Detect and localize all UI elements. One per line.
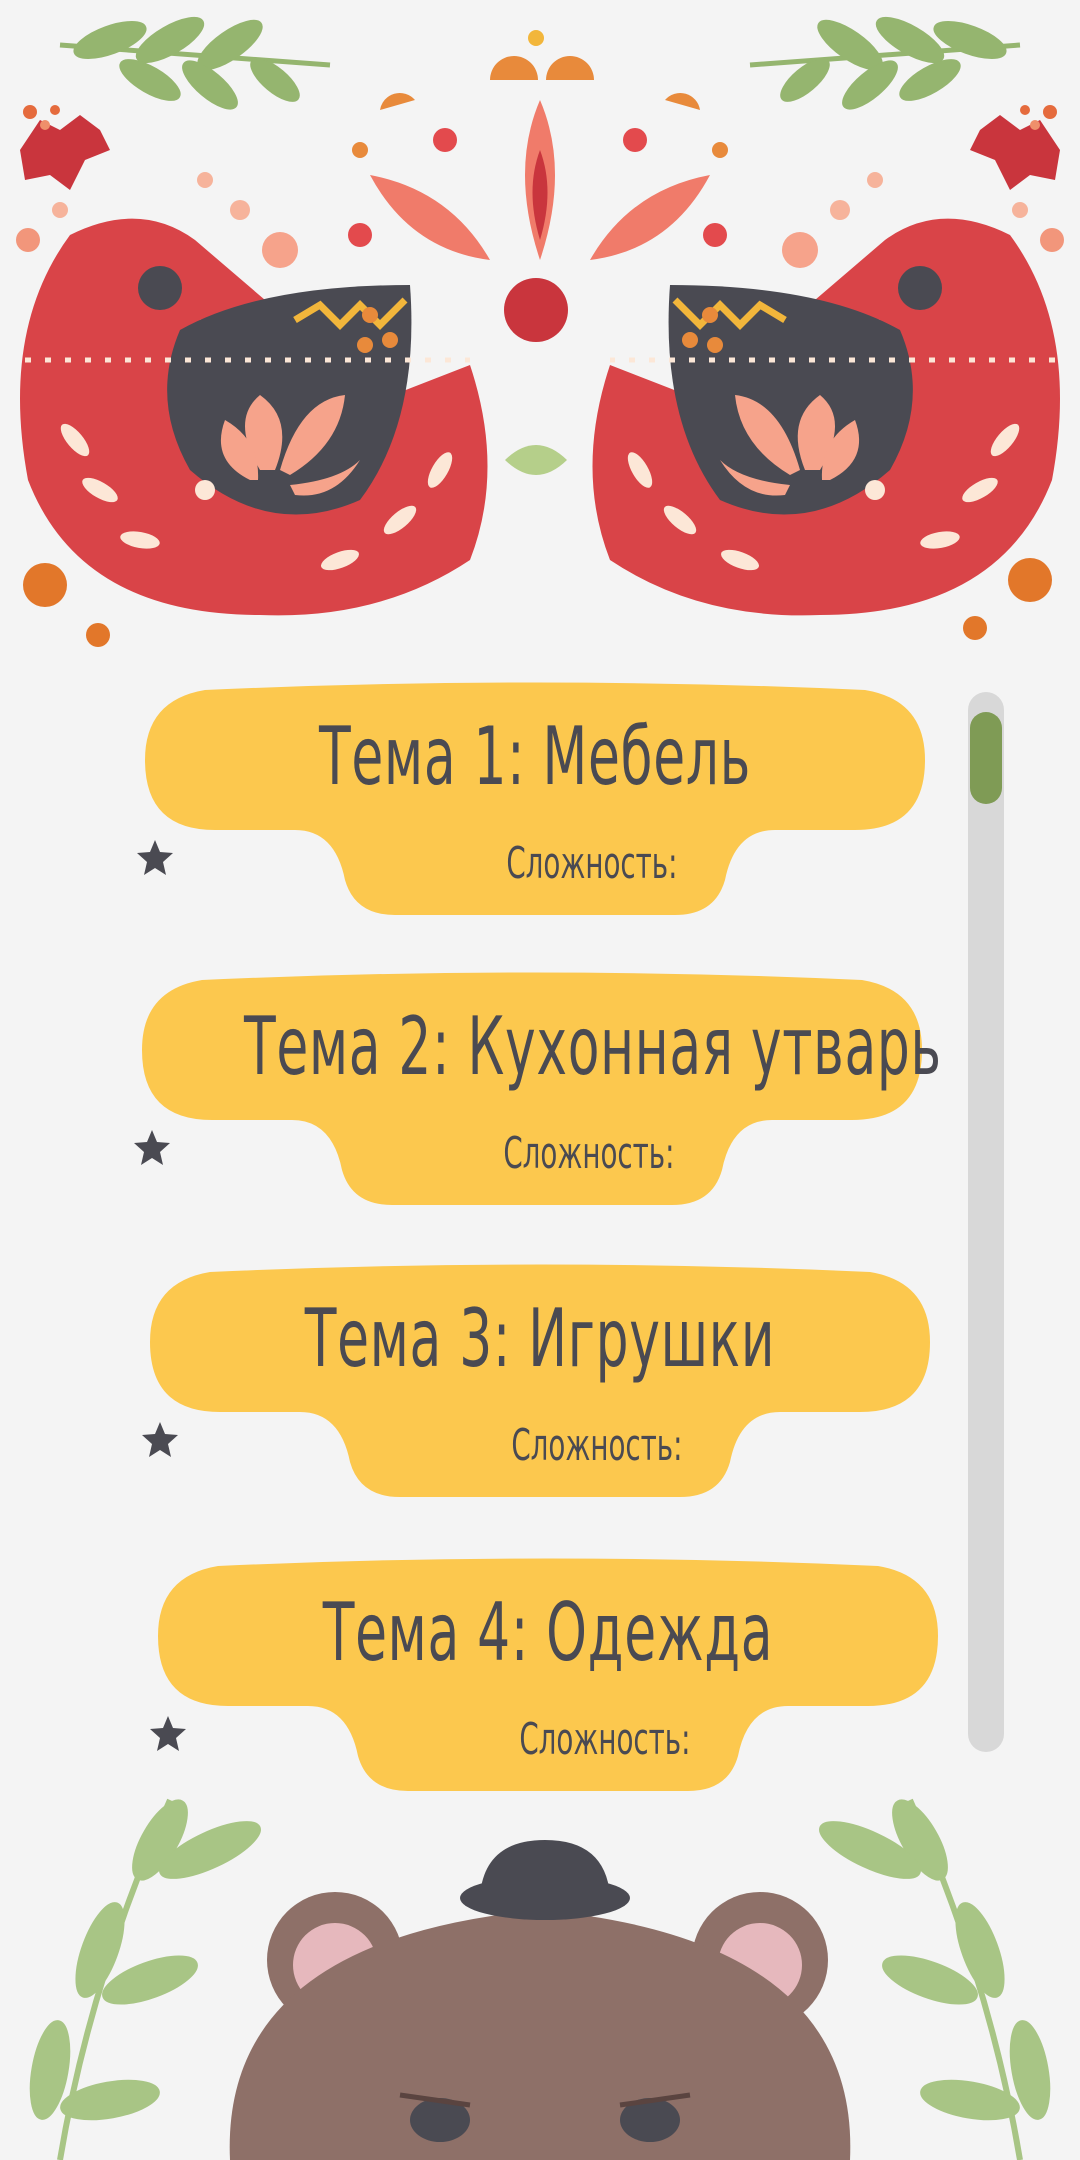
topic-title: Тема 4: Одежда xyxy=(322,1586,774,1679)
topic-card-3[interactable]: Тема 3: Игрушки Сложность: xyxy=(140,1262,940,1502)
topic-title: Тема 1: Мебель xyxy=(319,710,751,803)
topic-title: Тема 2: Кухонная утварь xyxy=(244,1000,942,1093)
leaf-branch-icon xyxy=(749,16,1021,110)
topic-list[interactable]: Тема 1: Мебель Сложность: Тема 2: Кухонн… xyxy=(0,680,1080,1800)
difficulty-label: Сложность: xyxy=(503,1127,675,1179)
difficulty-row: Сложность: xyxy=(148,1713,948,1765)
scrollbar[interactable] xyxy=(968,692,1004,1752)
folk-art-footer xyxy=(29,1798,1051,2160)
leaf-branch-icon xyxy=(59,16,331,110)
topic-card-1[interactable]: Тема 1: Мебель Сложность: xyxy=(135,680,935,920)
star-icon xyxy=(134,1130,170,1165)
difficulty-row: Сложность: xyxy=(135,837,935,889)
bird-left-icon xyxy=(20,218,488,616)
topic-title: Тема 3: Игрушки xyxy=(304,1292,776,1385)
bear-icon xyxy=(229,1840,851,2160)
folk-art-header xyxy=(16,16,1064,647)
topic-card-4[interactable]: Тема 4: Одежда Сложность: xyxy=(148,1556,948,1796)
topic-card-2[interactable]: Тема 2: Кухонная утварь Сложность: xyxy=(132,970,942,1210)
holly-icon xyxy=(970,105,1060,190)
leaf-branch-icon xyxy=(29,1798,261,2160)
difficulty-label: Сложность: xyxy=(511,1419,683,1471)
difficulty-row: Сложность: xyxy=(140,1419,940,1471)
bird-right-icon xyxy=(592,218,1060,616)
holly-icon xyxy=(20,105,110,190)
star-icon xyxy=(142,1422,178,1457)
leaf-branch-icon xyxy=(819,1798,1051,2160)
difficulty-label: Сложность: xyxy=(519,1713,691,1765)
scrollbar-thumb[interactable] xyxy=(970,712,1002,804)
difficulty-row: Сложность: xyxy=(132,1127,932,1179)
star-icon xyxy=(150,1716,186,1751)
difficulty-label: Сложность: xyxy=(506,837,678,889)
star-icon xyxy=(137,840,173,875)
